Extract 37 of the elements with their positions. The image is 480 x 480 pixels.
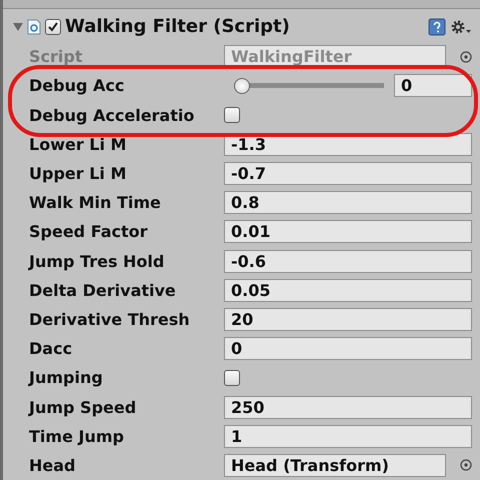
field-label: Jump Tres Hold (27, 252, 166, 271)
field-label: Script (28, 47, 84, 66)
field-label: Walk Min Time (28, 193, 162, 212)
field-label: Jumping (27, 368, 104, 388)
number-field[interactable]: 0.01 (224, 220, 472, 244)
field-label: Lower Li M (28, 134, 128, 154)
number-field[interactable]: -0.7 (224, 162, 472, 186)
component-title: Walking Filter (Script) (65, 16, 291, 38)
field-label: Derivative Thresh (28, 310, 191, 329)
field-label: Delta Derivative (28, 280, 177, 300)
field-label: Debug Acc (28, 76, 126, 96)
settings-icon[interactable] (450, 18, 472, 36)
checkbox[interactable] (224, 107, 240, 124)
number-field[interactable]: 1 (224, 424, 472, 448)
number-field[interactable]: 0.05 (224, 278, 472, 302)
slider-thumb[interactable] (234, 78, 250, 94)
field-label: Speed Factor (28, 222, 149, 242)
number-field[interactable]: 250 (224, 396, 472, 419)
enabled-checkbox[interactable] (45, 18, 61, 35)
help-icon[interactable] (428, 18, 446, 36)
expand-triangle-icon[interactable] (13, 22, 23, 32)
field-label: Jump Speed (27, 398, 138, 417)
number-field[interactable]: 20 (224, 308, 472, 331)
checkbox[interactable] (224, 370, 240, 386)
field-label: Dacc (28, 339, 74, 358)
number-field[interactable]: -0.6 (224, 250, 472, 273)
number-field[interactable]: 0 (394, 74, 472, 98)
object-field[interactable]: Head (Transform) (224, 454, 446, 477)
target-icon[interactable] (460, 459, 472, 472)
script-icon (27, 18, 41, 35)
field-label: Upper Li M (28, 164, 128, 184)
target-icon[interactable] (460, 50, 472, 63)
field-label: Debug Acceleratio (28, 106, 196, 125)
number-field[interactable]: 0 (224, 337, 472, 360)
field-label: Time Jump (28, 426, 125, 446)
number-field[interactable]: 0.8 (224, 191, 472, 214)
field-label: Head (28, 456, 76, 475)
